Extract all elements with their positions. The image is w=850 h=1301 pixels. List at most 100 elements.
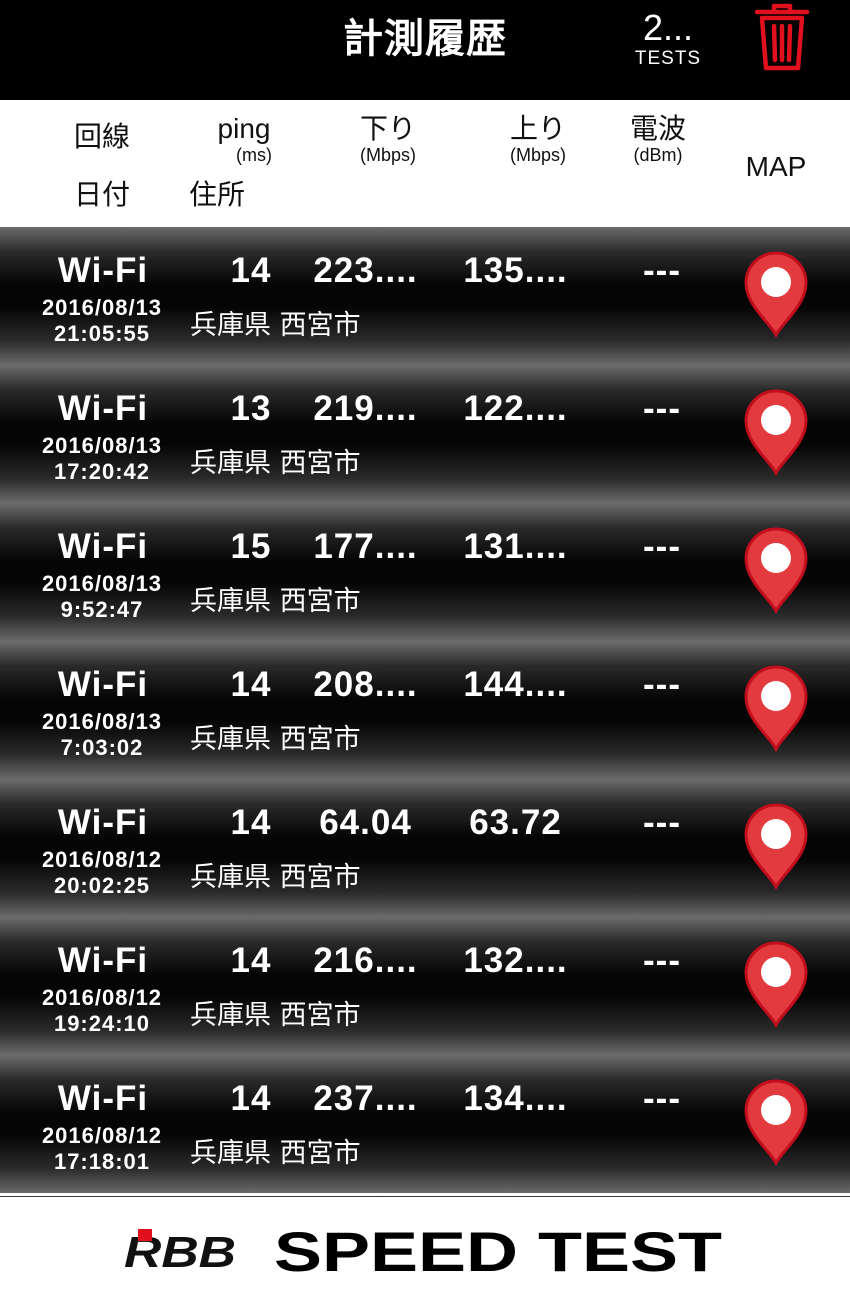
- ping-value: 14: [230, 665, 272, 704]
- result-row[interactable]: Wi-Fi 14 208.... 144.... --- 2016/08/13 …: [0, 641, 850, 779]
- download-value: 177....: [313, 527, 418, 566]
- line-type: Wi-Fi: [57, 1079, 149, 1118]
- line-type: Wi-Fi: [57, 665, 149, 704]
- column-ping-unit: (ms): [236, 145, 272, 165]
- page-title: 計測履歴: [343, 16, 507, 62]
- test-datetime: 2016/08/12 17:18:01: [18, 1123, 186, 1175]
- upload-value: 144....: [463, 665, 568, 704]
- test-date: 2016/08/13: [41, 571, 163, 596]
- signal-value: ---: [643, 527, 681, 566]
- test-date: 2016/08/13: [41, 433, 163, 458]
- test-count: 2...: [642, 7, 694, 48]
- test-address: 兵庫県 西宮市: [190, 310, 361, 341]
- top-bar: 計測履歴 2... TESTS: [0, 0, 850, 100]
- download-value: 223....: [313, 251, 418, 290]
- test-time: 20:02:25: [53, 873, 151, 898]
- logo-product: SPEED TEST: [274, 1223, 722, 1277]
- test-time: 17:20:42: [53, 459, 151, 484]
- signal-value: ---: [643, 251, 681, 290]
- test-address: 兵庫県 西宮市: [190, 724, 361, 755]
- test-count-label: TESTS: [634, 48, 702, 69]
- result-row[interactable]: Wi-Fi 14 223.... 135.... --- 2016/08/13 …: [0, 227, 850, 365]
- test-time: 7:03:02: [60, 735, 144, 760]
- upload-value: 134....: [463, 1079, 568, 1118]
- test-time: 21:05:55: [53, 321, 151, 346]
- column-ping: ping: [217, 113, 271, 144]
- column-address: 住所: [188, 178, 245, 211]
- test-date: 2016/08/13: [41, 295, 163, 320]
- ping-value: 13: [230, 389, 272, 428]
- upload-value: 132....: [463, 941, 568, 980]
- map-pin-icon[interactable]: [740, 939, 812, 1029]
- logo-accent: [138, 1229, 152, 1241]
- trash-icon[interactable]: [752, 2, 812, 72]
- signal-value: ---: [643, 941, 681, 980]
- line-type: Wi-Fi: [57, 251, 149, 290]
- column-header: 回線 ping (ms) 下り (Mbps) 上り (Mbps) 電波 (dBm…: [0, 100, 850, 227]
- download-value: 219....: [313, 389, 418, 428]
- download-value: 208....: [313, 665, 418, 704]
- test-time: 19:24:10: [53, 1011, 151, 1036]
- line-type: Wi-Fi: [57, 803, 149, 842]
- test-datetime: 2016/08/12 20:02:25: [18, 847, 186, 899]
- signal-value: ---: [643, 665, 681, 704]
- column-upload-unit: (Mbps): [509, 145, 566, 165]
- map-pin-icon[interactable]: [740, 525, 812, 615]
- footer: RBB SPEED TEST: [0, 1196, 850, 1301]
- column-signal: 電波: [629, 112, 686, 145]
- ping-value: 15: [230, 527, 272, 566]
- upload-value: 122....: [463, 389, 568, 428]
- result-row[interactable]: Wi-Fi 15 177.... 131.... --- 2016/08/13 …: [0, 503, 850, 641]
- test-address: 兵庫県 西宮市: [190, 586, 361, 617]
- result-row[interactable]: Wi-Fi 14 216.... 132.... --- 2016/08/12 …: [0, 917, 850, 1055]
- map-pin-icon[interactable]: [740, 801, 812, 891]
- column-download: 下り: [359, 112, 416, 145]
- column-upload: 上り: [509, 112, 566, 145]
- map-pin-icon[interactable]: [740, 387, 812, 477]
- upload-value: 63.72: [469, 803, 562, 842]
- test-datetime: 2016/08/12 19:24:10: [18, 985, 186, 1037]
- download-value: 216....: [313, 941, 418, 980]
- column-date: 日付: [73, 178, 130, 211]
- map-pin-icon[interactable]: [740, 249, 812, 339]
- column-signal-unit: (dBm): [633, 145, 683, 165]
- download-value: 237....: [313, 1079, 418, 1118]
- test-date: 2016/08/12: [41, 1123, 163, 1148]
- download-value: 64.04: [319, 803, 412, 842]
- test-address: 兵庫県 西宮市: [190, 448, 361, 479]
- result-row[interactable]: Wi-Fi 14 64.04 63.72 --- 2016/08/12 20:0…: [0, 779, 850, 917]
- line-type: Wi-Fi: [57, 527, 149, 566]
- test-datetime: 2016/08/13 17:20:42: [18, 433, 186, 485]
- test-datetime: 2016/08/13 9:52:47: [18, 571, 186, 623]
- line-type: Wi-Fi: [57, 941, 149, 980]
- rbb-speed-test-logo: RBB SPEED TEST: [124, 1223, 722, 1277]
- test-time: 9:52:47: [60, 597, 144, 622]
- result-row[interactable]: Wi-Fi 13 219.... 122.... --- 2016/08/13 …: [0, 365, 850, 503]
- upload-value: 131....: [463, 527, 568, 566]
- test-date: 2016/08/12: [41, 847, 163, 872]
- ping-value: 14: [230, 1079, 272, 1118]
- column-line: 回線: [73, 120, 130, 153]
- test-datetime: 2016/08/13 21:05:55: [18, 295, 186, 347]
- test-date: 2016/08/13: [41, 709, 163, 734]
- test-date: 2016/08/12: [41, 985, 163, 1010]
- signal-value: ---: [643, 389, 681, 428]
- ping-value: 14: [230, 251, 272, 290]
- results-list: Wi-Fi 14 223.... 135.... --- 2016/08/13 …: [0, 227, 850, 1193]
- test-address: 兵庫県 西宮市: [190, 1138, 361, 1169]
- ping-value: 14: [230, 941, 272, 980]
- column-download-unit: (Mbps): [359, 145, 416, 165]
- signal-value: ---: [643, 803, 681, 842]
- map-pin-icon[interactable]: [740, 663, 812, 753]
- column-map: MAP: [745, 151, 807, 182]
- upload-value: 135....: [463, 251, 568, 290]
- result-row[interactable]: Wi-Fi 14 237.... 134.... --- 2016/08/12 …: [0, 1055, 850, 1193]
- ping-value: 14: [230, 803, 272, 842]
- test-address: 兵庫県 西宮市: [190, 1000, 361, 1031]
- signal-value: ---: [643, 1079, 681, 1118]
- test-time: 17:18:01: [53, 1149, 151, 1174]
- map-pin-icon[interactable]: [740, 1077, 812, 1167]
- test-address: 兵庫県 西宮市: [190, 862, 361, 893]
- line-type: Wi-Fi: [57, 389, 149, 428]
- test-datetime: 2016/08/13 7:03:02: [18, 709, 186, 761]
